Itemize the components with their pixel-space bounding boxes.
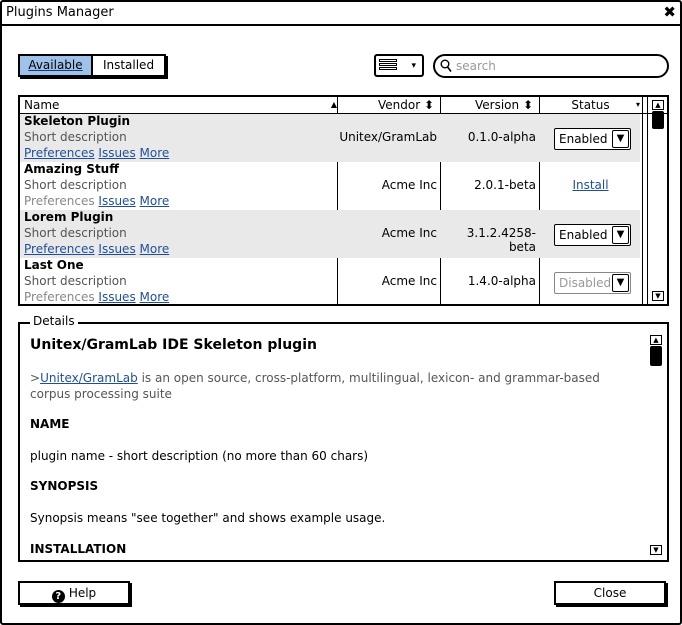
status-select[interactable]: Enabled ▼	[554, 128, 631, 150]
more-link[interactable]: More	[140, 242, 170, 256]
status-cell: Disabled ▼	[539, 258, 642, 304]
details-panel: Details Unitex/GramLab IDE Skeleton plug…	[18, 314, 669, 562]
close-button[interactable]: Close	[554, 581, 666, 605]
preferences-link[interactable]: Preferences	[24, 242, 95, 256]
status-filter-icon: ▾	[635, 100, 640, 109]
plugin-vendor: Unitex/GramLab	[339, 130, 437, 144]
column-divider	[642, 97, 643, 304]
chevron-down-icon: ▾	[411, 61, 416, 71]
window-title: Plugins Manager	[6, 5, 114, 20]
table-row[interactable]: Last One Short description Preferences I…	[20, 258, 642, 304]
status-cell: Install	[539, 162, 642, 210]
plugins-manager-window: Plugins Manager ✖ Available Installed ▾ …	[0, 0, 682, 625]
details-title: Unitex/GramLab IDE Skeleton plugin	[30, 337, 317, 353]
plugin-version: 2.0.1-beta	[474, 178, 536, 192]
preferences-link: Preferences	[24, 290, 95, 304]
available-installed-toggle: Available Installed	[18, 54, 166, 77]
status-cell: Enabled ▼	[539, 210, 642, 258]
tab-available[interactable]: Available	[20, 56, 93, 75]
help-icon: ?	[51, 590, 65, 603]
issues-link[interactable]: Issues	[98, 290, 135, 304]
install-link[interactable]: Install	[539, 178, 642, 192]
table-header: Name ▲ Vendor ⬍ Version ⬍ Status ▾	[20, 97, 667, 114]
issues-link[interactable]: Issues	[98, 146, 135, 160]
tab-installed[interactable]: Installed	[93, 56, 164, 75]
more-link[interactable]: More	[140, 194, 170, 208]
help-button[interactable]: ? Help	[18, 581, 130, 605]
plugin-vendor: Acme Inc	[381, 226, 437, 240]
plugin-version: 1.4.0-alpha	[467, 274, 536, 288]
plugin-links: Preferences Issues More	[24, 242, 169, 256]
plugin-name: Skeleton Plugin	[24, 114, 131, 128]
plugin-name: Amazing Stuff	[24, 162, 119, 176]
scroll-thumb[interactable]	[650, 346, 662, 366]
plugin-description: Short description	[24, 226, 127, 240]
search-input[interactable]: search	[433, 54, 669, 78]
table-scrollbar[interactable]: ▲ ▼	[647, 97, 667, 304]
column-status-header[interactable]: Status ▾	[539, 97, 642, 113]
close-window-icon[interactable]: ✖	[663, 3, 676, 21]
preferences-link[interactable]: Preferences	[24, 146, 95, 160]
title-bar: Plugins Manager ✖	[2, 2, 680, 26]
list-view-icon	[379, 59, 397, 73]
table-row[interactable]: Amazing Stuff Short description Preferen…	[20, 162, 640, 210]
plugin-description: Short description	[24, 178, 127, 192]
plugin-version: 3.1.2.4258-beta	[466, 226, 536, 254]
status-cell: Enabled ▼	[539, 114, 642, 162]
unitex-link[interactable]: Unitex/GramLab	[40, 371, 138, 385]
section-text: Synopsis means "see together" and shows …	[30, 511, 386, 525]
details-intro: >Unitex/GramLab is an open source, cross…	[30, 371, 600, 401]
search-icon	[440, 59, 452, 72]
issues-link[interactable]: Issues	[98, 194, 135, 208]
status-select[interactable]: Enabled ▼	[554, 224, 631, 246]
preferences-link: Preferences	[24, 194, 95, 208]
dropdown-arrow-icon: ▼	[612, 274, 629, 292]
scroll-up-icon[interactable]: ▲	[652, 100, 664, 110]
plugin-description: Short description	[24, 274, 127, 288]
view-mode-dropdown[interactable]: ▾	[374, 54, 424, 77]
plugin-name: Lorem Plugin	[24, 210, 114, 224]
plugins-table: Name ▲ Vendor ⬍ Version ⬍ Status ▾ Skele…	[18, 95, 669, 306]
column-vendor-header[interactable]: Vendor ⬍	[337, 97, 440, 113]
scroll-down-icon[interactable]: ▼	[650, 545, 662, 555]
plugin-links: Preferences Issues More	[24, 194, 169, 208]
issues-link[interactable]: Issues	[98, 242, 135, 256]
column-version-header[interactable]: Version ⬍	[440, 97, 539, 113]
search-placeholder: search	[456, 59, 496, 73]
dropdown-arrow-icon: ▼	[612, 226, 629, 244]
section-heading: INSTALLATION	[30, 542, 127, 556]
column-name-header[interactable]: Name ▲	[24, 97, 337, 113]
scroll-down-icon[interactable]: ▼	[652, 291, 664, 301]
section-heading: NAME	[30, 417, 70, 431]
more-link[interactable]: More	[140, 146, 170, 160]
plugin-vendor: Acme Inc	[381, 274, 437, 288]
section-heading: SYNOPSIS	[30, 479, 99, 493]
details-scrollbar[interactable]: ▲ ▼	[646, 332, 666, 558]
scroll-thumb[interactable]	[652, 111, 664, 129]
dropdown-arrow-icon: ▼	[612, 130, 629, 148]
plugin-name: Last One	[24, 258, 84, 272]
more-link[interactable]: More	[140, 290, 170, 304]
status-select[interactable]: Disabled ▼	[554, 272, 631, 294]
details-content: Unitex/GramLab IDE Skeleton plugin >Unit…	[28, 332, 654, 558]
plugin-links: Preferences Issues More	[24, 146, 169, 160]
plugin-links: Preferences Issues More	[24, 290, 169, 304]
plugin-version: 0.1.0-alpha	[467, 130, 536, 144]
section-text: plugin name - short description (no more…	[30, 449, 369, 463]
table-row[interactable]: Lorem Plugin Short description Preferenc…	[20, 210, 640, 258]
table-row[interactable]: Skeleton Plugin Short description Prefer…	[20, 114, 640, 162]
scroll-up-icon[interactable]: ▲	[650, 335, 662, 345]
details-legend: Details	[30, 314, 78, 328]
plugin-description: Short description	[24, 130, 127, 144]
plugin-vendor: Acme Inc	[381, 178, 437, 192]
